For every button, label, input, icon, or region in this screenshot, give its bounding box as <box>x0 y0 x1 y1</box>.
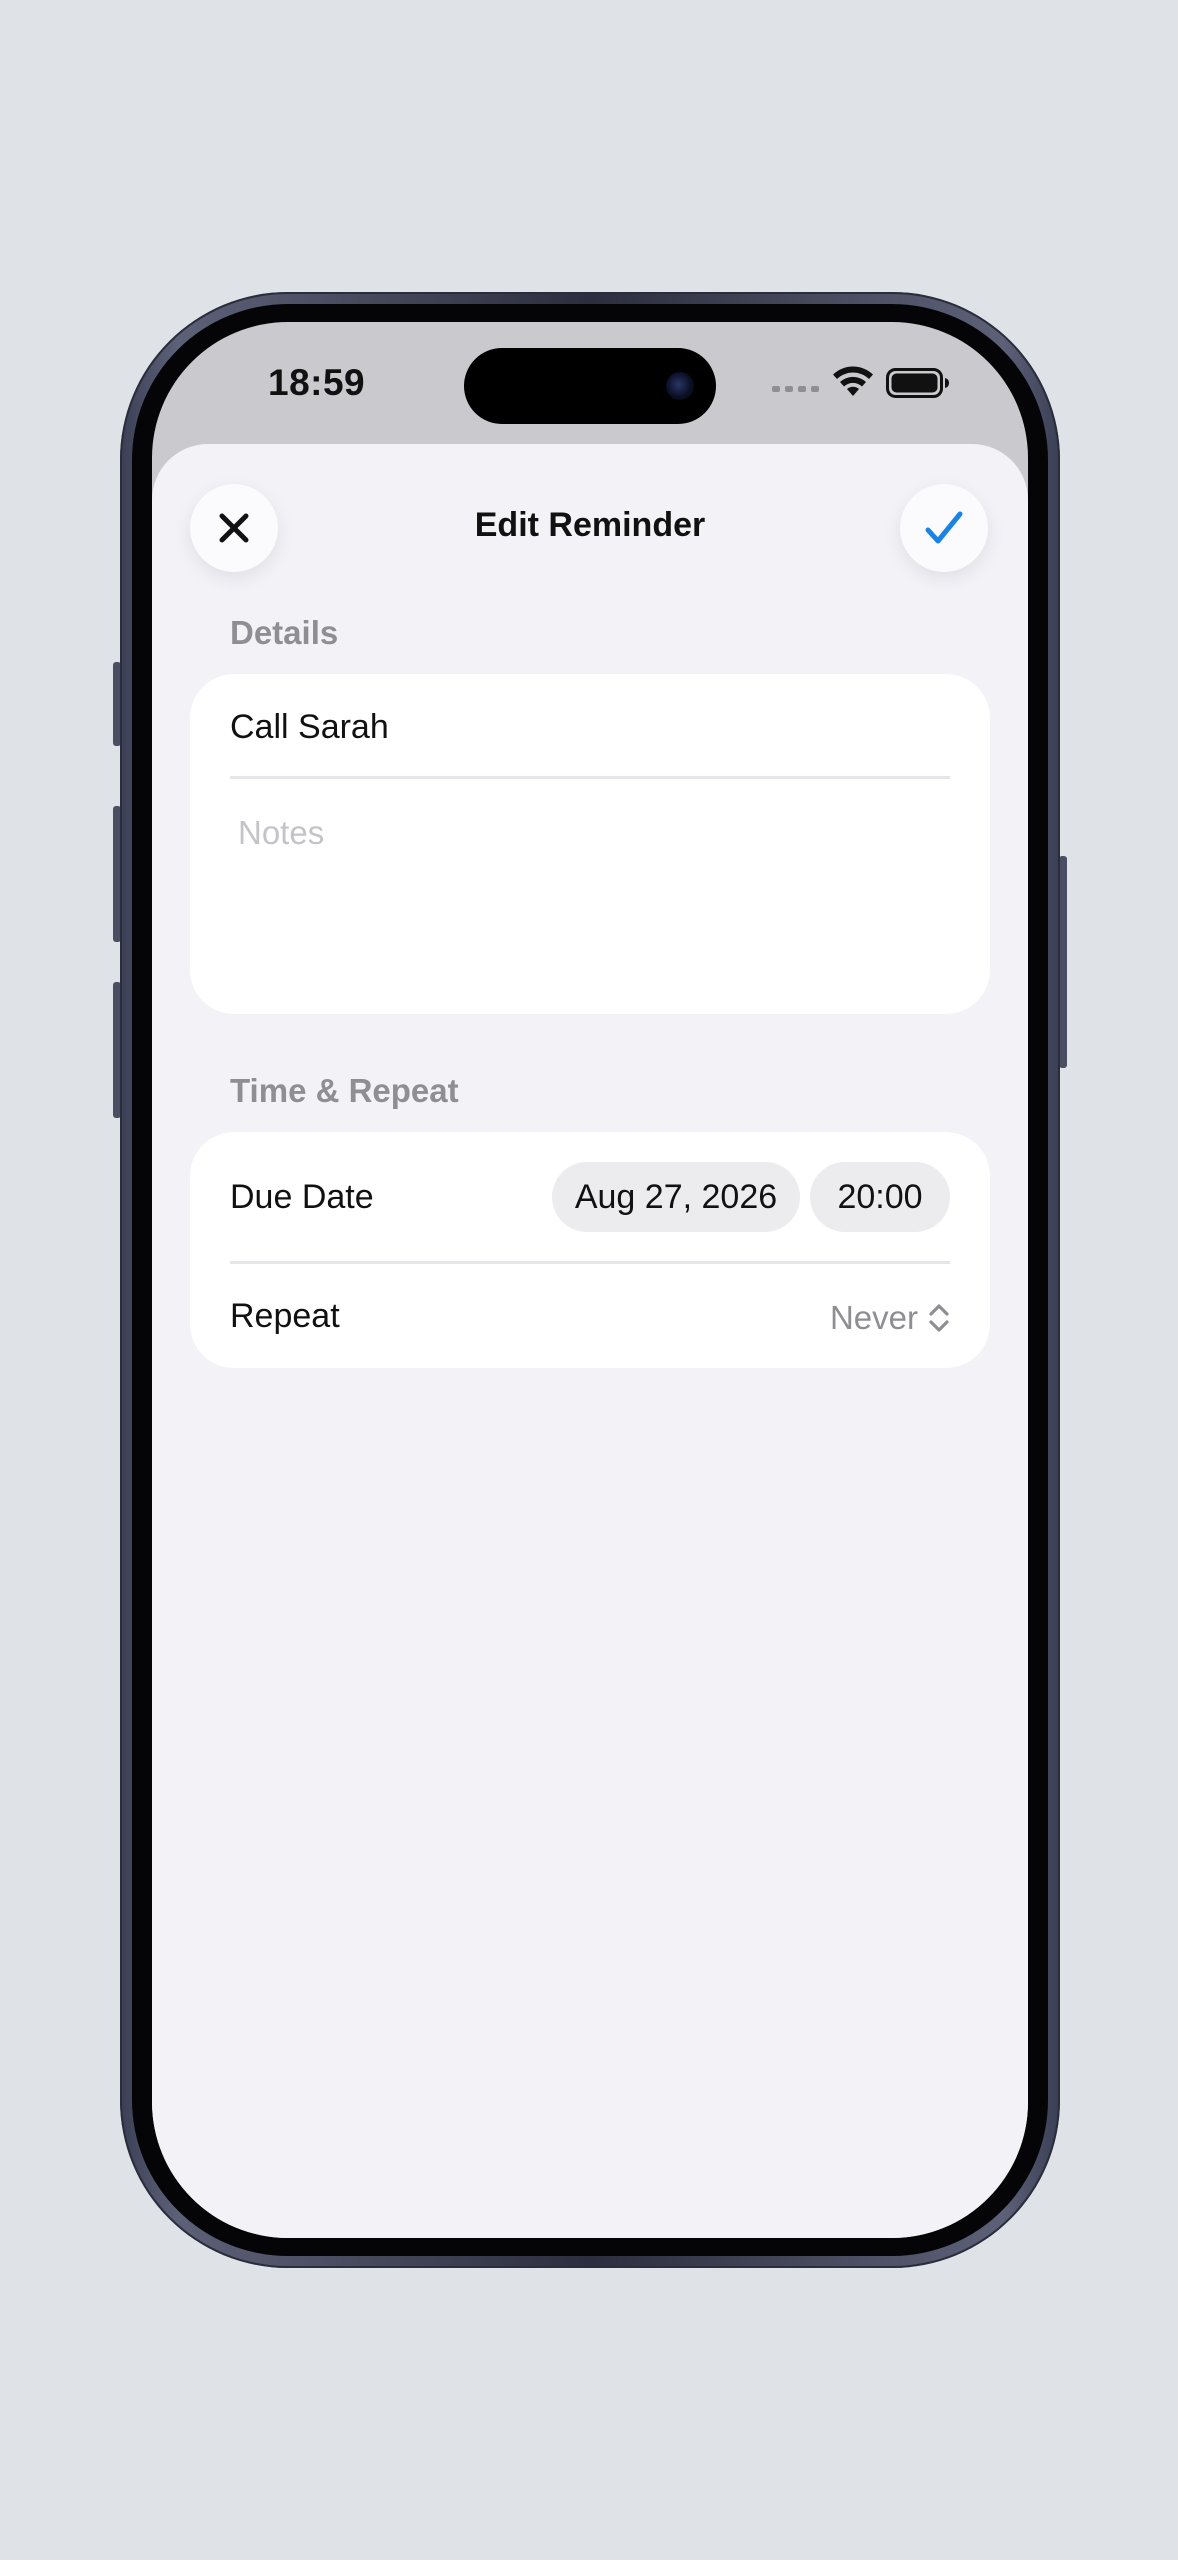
due-time-picker[interactable]: 20:00 <box>810 1162 950 1232</box>
page-title: Edit Reminder <box>474 506 706 544</box>
due-date-label: Due Date <box>230 1178 374 1216</box>
wifi-icon <box>833 366 873 396</box>
details-section-header: Details <box>230 614 339 651</box>
battery-icon <box>886 368 949 398</box>
front-camera-icon <box>666 372 694 400</box>
done-button[interactable] <box>900 484 988 572</box>
details-card <box>190 674 990 1014</box>
divider <box>230 1261 950 1264</box>
repeat-value: Never <box>829 1299 918 1336</box>
power-button <box>1059 856 1067 1068</box>
chevron-up-down-icon <box>929 1304 949 1332</box>
time-repeat-card: Due Date Aug 27, 2026 20:00 Repeat Never <box>190 1132 990 1368</box>
reminder-title-input[interactable] <box>230 704 950 750</box>
divider <box>230 776 950 779</box>
due-date-picker[interactable]: Aug 27, 2026 <box>552 1162 800 1232</box>
edit-reminder-sheet: Edit Reminder Details Time & Repeat Due … <box>152 444 1028 2238</box>
repeat-selector[interactable]: Never <box>830 1299 950 1337</box>
checkmark-icon <box>925 511 963 544</box>
status-time: 18:59 <box>268 362 366 403</box>
time-repeat-section-header: Time & Repeat <box>230 1072 459 1109</box>
dynamic-island <box>464 348 716 424</box>
cellular-signal-icon <box>772 386 819 392</box>
repeat-label: Repeat <box>230 1297 340 1335</box>
notes-input[interactable] <box>230 814 958 984</box>
phone-screen: 18:59 Edit Reminder Details Call Sarah N… <box>152 322 1028 2238</box>
